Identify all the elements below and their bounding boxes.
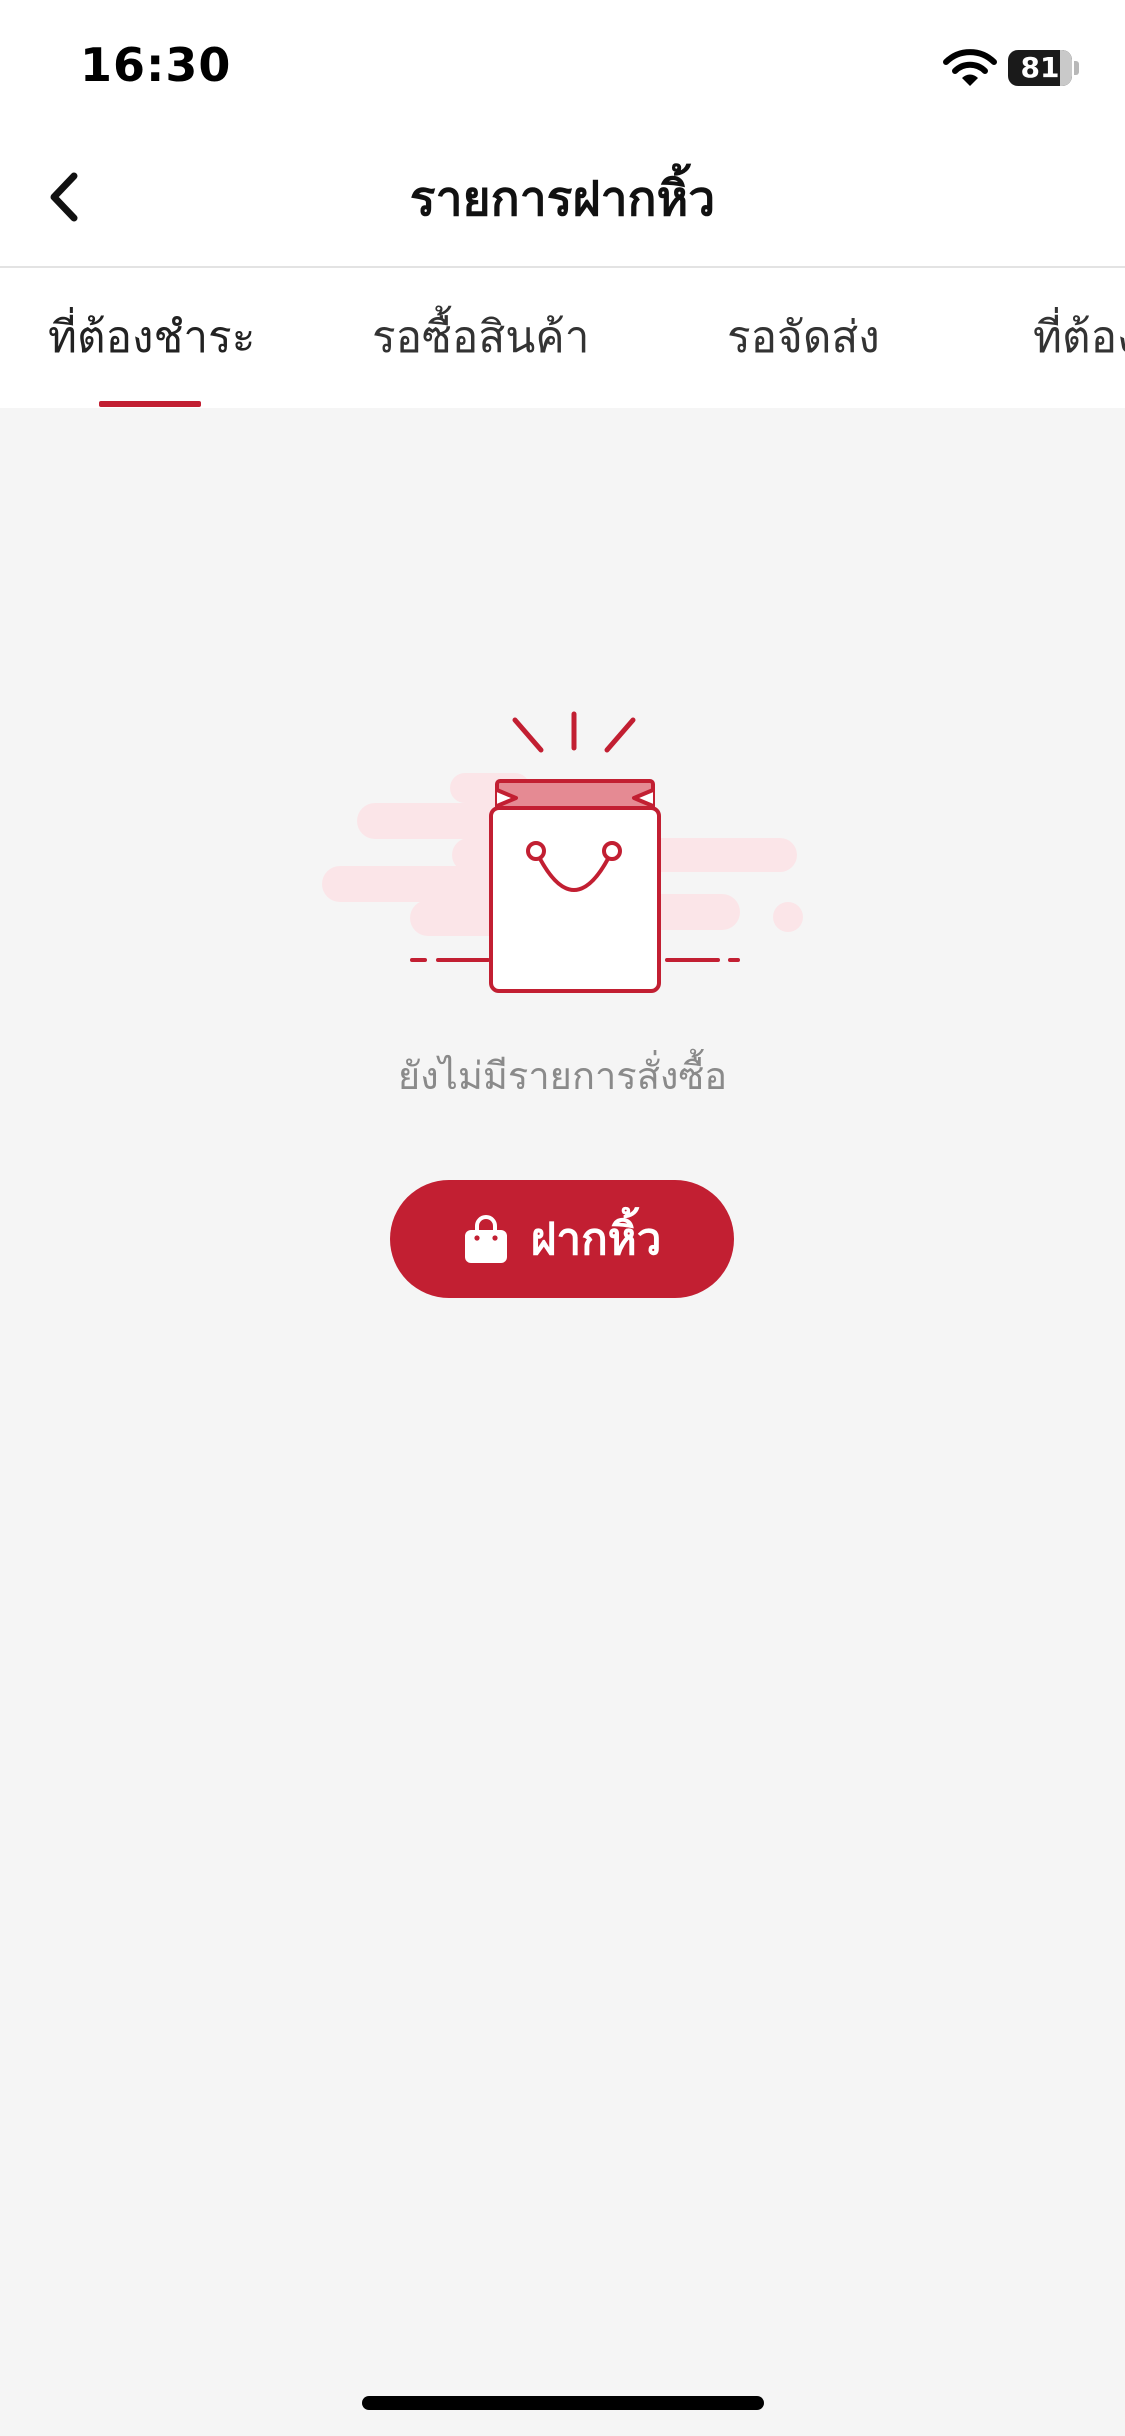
battery-level: 81: [1020, 51, 1060, 84]
empty-state-message: ยังไม่มีรายการสั่งซื้อ: [397, 1054, 728, 1098]
active-tab-indicator: [99, 401, 201, 407]
battery-cap: [1074, 61, 1079, 75]
order-status-tabs: ที่ต้องชำระ รอซื้อสินค้า รอจัดส่ง ที่ต้อ…: [0, 268, 1125, 408]
back-button[interactable]: [30, 162, 100, 232]
shopping-bag-icon: [322, 711, 803, 993]
status-bar: 16:30 81: [0, 0, 1125, 132]
request-order-button[interactable]: ฝากหิ้ว: [390, 1180, 734, 1298]
nav-header: รายการฝากหิ้ว: [0, 132, 1125, 268]
battery-empty-segment: [1060, 50, 1072, 86]
bag-icon: [464, 1215, 507, 1263]
tab-awaiting-purchase[interactable]: รอซื้อสินค้า: [372, 268, 589, 408]
chevron-left-icon: [50, 172, 78, 222]
wifi-icon: [943, 49, 997, 86]
tab-to-receive[interactable]: ที่ต้อง: [1033, 268, 1125, 408]
page-title: รายการฝากหิ้ว: [409, 171, 716, 227]
tab-awaiting-shipment[interactable]: รอจัดส่ง: [727, 268, 880, 408]
status-time: 16:30: [80, 38, 232, 92]
request-order-label: ฝากหิ้ว: [530, 1214, 662, 1265]
sparkle-lines: [512, 711, 636, 753]
tab-to-pay[interactable]: ที่ต้องชำระ: [48, 268, 255, 408]
home-indicator[interactable]: [362, 2396, 764, 2410]
